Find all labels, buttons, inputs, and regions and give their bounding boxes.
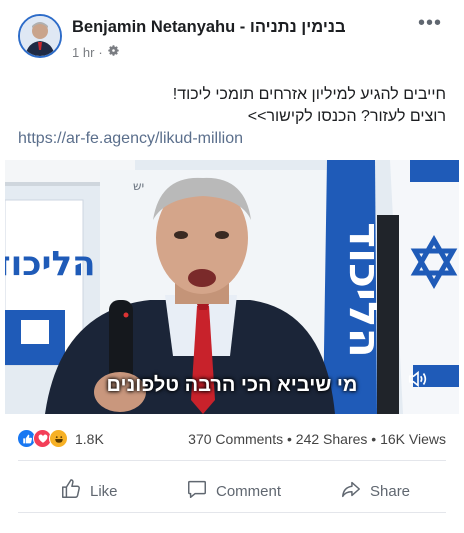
author-name[interactable]: Benjamin Netanyahu - בנימין נתניהו [72, 18, 346, 37]
wall-text: יש [133, 179, 144, 193]
like-label: Like [90, 482, 118, 500]
post-time[interactable]: 1 hr [72, 45, 94, 60]
share-icon [340, 478, 362, 504]
comment-label: Comment [216, 482, 282, 500]
post-meta: 1 hr · [72, 44, 120, 60]
like-button[interactable]: Like [60, 478, 118, 504]
comments-count[interactable]: 370 Comments [188, 431, 283, 447]
post-text: חייבים להגיע למיליון אזרחים תומכי ליכוד!… [0, 84, 446, 128]
separator: • [287, 431, 292, 447]
comment-icon [186, 478, 208, 504]
ellipsis-icon[interactable]: ••• [418, 12, 442, 35]
facebook-post: Benjamin Netanyahu - בנימין נתניהו 1 hr … [0, 0, 464, 533]
speaker-icon[interactable] [407, 368, 429, 395]
profile-avatar[interactable] [18, 14, 62, 58]
gear-icon [107, 44, 120, 60]
video-caption: מי שיביא הכי הרבה טלפונים [106, 374, 358, 396]
reaction-count: 1.8K [75, 430, 104, 447]
video-player[interactable]: הליכוד יש הליכוד [5, 160, 459, 414]
engagement-stats: 370 Comments • 242 Shares • 16K Views [188, 431, 446, 447]
thumbs-up-icon [60, 478, 82, 504]
share-button[interactable]: Share [340, 478, 410, 504]
reactions-summary[interactable]: 1.8K [17, 429, 104, 448]
divider [18, 460, 446, 461]
post-text-line: רוצים לעזור? הכנסו לקישור>> [247, 108, 446, 125]
post-link[interactable]: https://ar-fe.agency/likud-million [18, 130, 243, 148]
views-count: 16K Views [380, 431, 446, 447]
post-text-line: חייבים להגיע למיליון אזרחים תומכי ליכוד! [172, 86, 446, 103]
divider [18, 512, 446, 513]
haha-reaction-icon [49, 429, 68, 448]
separator: • [371, 431, 377, 447]
poster-text: הליכוד [5, 244, 95, 284]
comment-button[interactable]: Comment [186, 478, 281, 504]
share-label: Share [370, 482, 411, 500]
shares-count[interactable]: 242 Shares [296, 431, 368, 447]
